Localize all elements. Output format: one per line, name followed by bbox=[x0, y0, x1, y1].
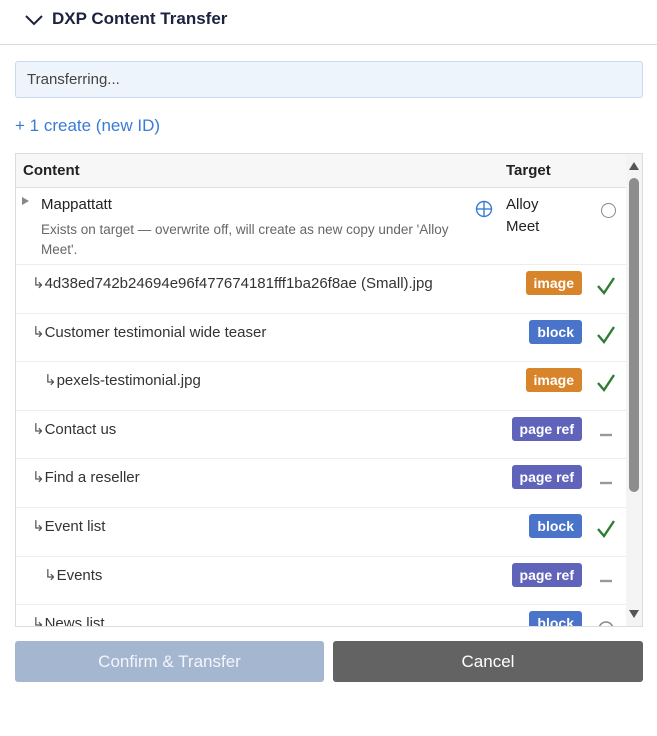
content-name: ↳Event list bbox=[32, 517, 105, 535]
table-row[interactable]: ↳Find a reseller page ref bbox=[16, 459, 627, 508]
check-icon bbox=[597, 277, 615, 295]
table-row[interactable]: ↳Customer testimonial wide teaser block bbox=[16, 314, 627, 363]
child-arrow-icon: ↳ bbox=[32, 420, 45, 438]
type-badge: image bbox=[525, 271, 582, 295]
table-row-parent[interactable]: Mappattatt Exists on target — overwrite … bbox=[16, 188, 627, 265]
globe-icon[interactable] bbox=[475, 200, 493, 218]
type-badge: page ref bbox=[511, 562, 582, 587]
content-name-text: Contact us bbox=[44, 420, 117, 438]
type-badge: block bbox=[529, 611, 582, 626]
type-badge: block bbox=[529, 514, 582, 538]
radio-icon[interactable] bbox=[601, 203, 616, 218]
confirm-transfer-button[interactable]: Confirm & Transfer bbox=[15, 641, 324, 682]
content-name-text: Events bbox=[56, 566, 103, 584]
cancel-button[interactable]: Cancel bbox=[333, 641, 643, 682]
column-header-target: Target bbox=[506, 162, 551, 179]
status-message: Transferring... bbox=[15, 61, 643, 98]
scroll-down-icon[interactable] bbox=[629, 610, 639, 618]
panel-header[interactable]: DXP Content Transfer bbox=[0, 0, 657, 45]
content-note: Exists on target — overwrite off, will c… bbox=[41, 222, 449, 257]
table-row[interactable]: ↳Event list block bbox=[16, 508, 627, 557]
child-arrow-icon: ↳ bbox=[32, 275, 45, 292]
content-name: ↳Find a reseller bbox=[32, 468, 140, 486]
child-arrow-icon: ↳ bbox=[32, 518, 45, 535]
child-arrow-icon: ↳ bbox=[44, 566, 57, 584]
content-name: ↳News list bbox=[32, 614, 105, 627]
dash-icon bbox=[600, 482, 612, 485]
table-row[interactable]: ↳4d38ed742b24694e96f477674181fff1ba26f8a… bbox=[16, 265, 627, 314]
child-arrow-icon: ↳ bbox=[32, 615, 45, 627]
panel-title: DXP Content Transfer bbox=[52, 9, 228, 28]
scrollbar[interactable] bbox=[626, 154, 642, 626]
content-name-text: Event list bbox=[44, 518, 106, 535]
chevron-down-icon[interactable] bbox=[24, 13, 44, 27]
content-name: ↳Events bbox=[44, 566, 102, 584]
scroll-thumb[interactable] bbox=[629, 178, 639, 492]
type-badge: page ref bbox=[511, 465, 582, 490]
content-name: ↳4d38ed742b24694e96f477674181fff1ba26f8a… bbox=[32, 274, 433, 292]
table-row[interactable]: ↳News list block bbox=[16, 605, 627, 627]
content-name-text: pexels-testimonial.jpg bbox=[56, 372, 201, 390]
check-icon bbox=[597, 374, 615, 393]
content-name-text: News list bbox=[44, 615, 105, 627]
create-new-id-link[interactable]: + 1 create (new ID) bbox=[15, 116, 160, 136]
table-row[interactable]: ↳Contact us page ref bbox=[16, 411, 627, 460]
column-header-content: Content bbox=[23, 162, 80, 179]
content-name: ↳Contact us bbox=[32, 420, 116, 438]
child-arrow-icon: ↳ bbox=[32, 323, 45, 341]
child-arrow-icon: ↳ bbox=[44, 372, 57, 390]
child-arrow-icon: ↳ bbox=[32, 469, 45, 487]
content-name-text: Find a reseller bbox=[44, 469, 140, 487]
check-icon bbox=[597, 325, 615, 344]
radio-icon[interactable] bbox=[595, 615, 617, 627]
type-badge: image bbox=[525, 368, 582, 393]
dash-icon bbox=[600, 579, 612, 582]
content-name-text: Customer testimonial wide teaser bbox=[44, 323, 267, 341]
dash-icon bbox=[600, 433, 612, 436]
content-name: ↳Customer testimonial wide teaser bbox=[32, 323, 266, 341]
type-badge: block bbox=[529, 319, 582, 344]
type-badge: page ref bbox=[511, 416, 582, 441]
content-name-text: 4d38ed742b24694e96f477674181fff1ba26f8ae… bbox=[44, 275, 433, 292]
scroll-up-icon[interactable] bbox=[629, 162, 639, 170]
target-name: Alloy Meet bbox=[506, 196, 540, 235]
table-row[interactable]: ↳pexels-testimonial.jpg image bbox=[16, 362, 627, 411]
content-table: Content Target Mappattatt Exists on targ… bbox=[15, 153, 643, 627]
table-header: Content Target bbox=[16, 154, 627, 188]
check-icon bbox=[597, 520, 615, 538]
content-name: ↳pexels-testimonial.jpg bbox=[44, 371, 201, 389]
table-row[interactable]: ↳Events page ref bbox=[16, 557, 627, 606]
content-name: Mappattatt bbox=[41, 196, 112, 213]
expand-triangle-icon[interactable] bbox=[22, 197, 29, 205]
